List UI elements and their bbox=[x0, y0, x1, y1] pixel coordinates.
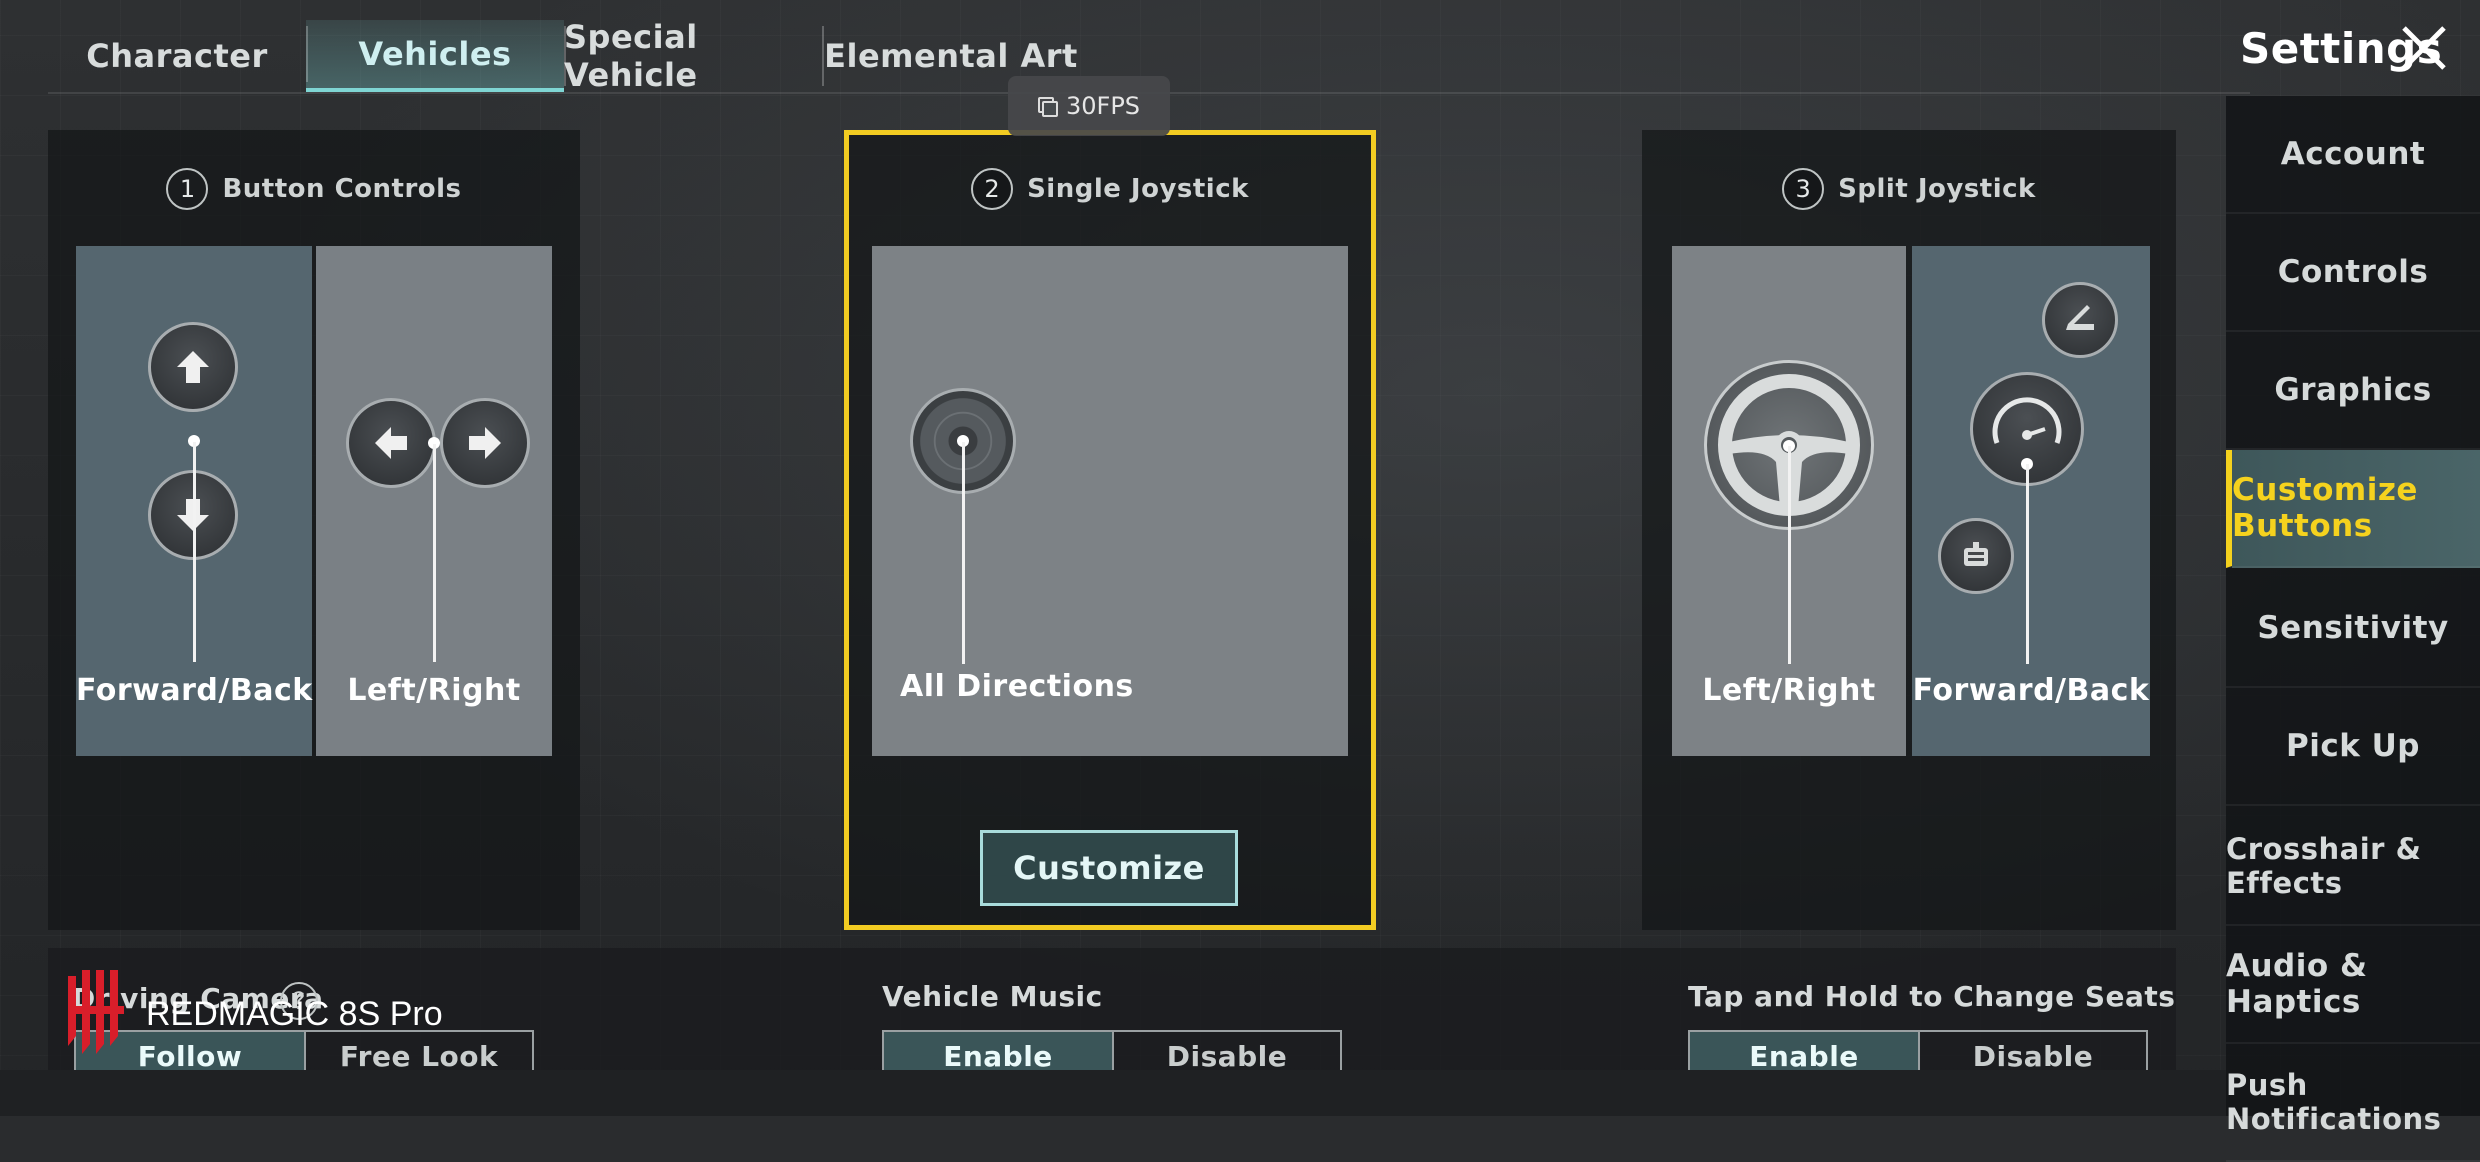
option-single-joystick[interactable]: 2 Single Joystick All Directions bbox=[844, 130, 1376, 930]
sidebar-item-sensitivity[interactable]: Sensitivity bbox=[2226, 570, 2480, 688]
arrow-left-icon bbox=[375, 427, 407, 459]
copy-icon bbox=[1037, 97, 1058, 117]
sidebar-item-account[interactable]: Account bbox=[2226, 96, 2480, 214]
close-button[interactable] bbox=[2396, 20, 2452, 76]
brake-button[interactable] bbox=[1938, 518, 2014, 594]
device-watermark: REDMAGIC 8S Pro bbox=[62, 966, 443, 1062]
sidebar-item-graphics[interactable]: Graphics bbox=[2226, 332, 2480, 450]
option-number: 1 bbox=[166, 168, 209, 210]
sidebar-item-push-notifications[interactable]: Push Notifications bbox=[2226, 1044, 2480, 1162]
option-title: Single Joystick bbox=[1027, 174, 1249, 204]
option-title: Split Joystick bbox=[1838, 174, 2036, 204]
zone-label: Left/Right bbox=[347, 673, 521, 708]
watermark-text: REDMAGIC 8S Pro bbox=[146, 994, 443, 1033]
zone-label: All Directions bbox=[900, 669, 1134, 704]
customize-button[interactable]: Customize bbox=[980, 830, 1238, 906]
zone-left-right: Left/Right bbox=[316, 246, 552, 756]
connector-line bbox=[193, 442, 196, 662]
arrow-right-icon bbox=[469, 427, 501, 459]
music-enable-option[interactable]: Enable bbox=[884, 1032, 1112, 1074]
close-icon bbox=[2402, 26, 2446, 70]
redmagic-logo bbox=[68, 970, 124, 1054]
music-disable-option[interactable]: Disable bbox=[1112, 1032, 1340, 1074]
left-button[interactable] bbox=[346, 398, 436, 488]
vehicle-music-label: Vehicle Music bbox=[882, 980, 1103, 1013]
option-header: 1 Button Controls bbox=[48, 168, 580, 210]
right-button[interactable] bbox=[440, 398, 530, 488]
connector-line bbox=[1788, 446, 1791, 664]
connector-line bbox=[962, 442, 965, 664]
zone-label: Forward/Back bbox=[1912, 673, 2150, 708]
connector-line bbox=[2026, 464, 2029, 664]
sidebar-item-audio-haptics[interactable]: Audio & Haptics bbox=[2226, 926, 2480, 1044]
sidebar-item-customize-buttons[interactable]: Customize Buttons bbox=[2226, 450, 2480, 568]
option-header: 3 Split Joystick bbox=[1642, 168, 2176, 210]
option-split-joystick[interactable]: 3 Split Joystick Left/Right Forward/Back bbox=[1642, 130, 2176, 930]
option-number: 2 bbox=[971, 168, 1014, 210]
tab-special-vehicle[interactable]: Special Vehicle bbox=[564, 18, 822, 94]
speedometer-icon bbox=[1992, 397, 2062, 444]
connector-line bbox=[433, 444, 436, 662]
handbrake-icon bbox=[2066, 305, 2094, 330]
settings-sidebar: Account Controls Graphics Customize Butt… bbox=[2226, 96, 2480, 1162]
tab-vehicles[interactable]: Vehicles bbox=[306, 20, 564, 92]
arrow-up-icon bbox=[177, 351, 209, 383]
fps-label: 30FPS bbox=[1065, 92, 1141, 120]
zone-left-right: Left/Right bbox=[1672, 246, 1906, 756]
zone-forward-back: Forward/Back bbox=[1912, 246, 2150, 756]
bottom-edge bbox=[0, 1070, 2226, 1116]
seats-disable-option[interactable]: Disable bbox=[1918, 1032, 2146, 1074]
tab-character[interactable]: Character bbox=[48, 20, 306, 92]
option-title: Button Controls bbox=[222, 174, 462, 204]
zone-label: Left/Right bbox=[1702, 673, 1876, 708]
option-header: 2 Single Joystick bbox=[844, 168, 1376, 210]
sidebar-item-controls[interactable]: Controls bbox=[2226, 214, 2480, 332]
top-tab-bar: Character Vehicles Special Vehicle Eleme… bbox=[48, 18, 1080, 94]
zone-label: Forward/Back bbox=[76, 673, 313, 708]
handbrake-button[interactable] bbox=[2042, 282, 2118, 358]
change-seats-label: Tap and Hold to Change Seats bbox=[1688, 980, 2176, 1013]
fps-indicator: 30FPS bbox=[1008, 76, 1170, 136]
zone-all-directions: All Directions bbox=[872, 246, 1348, 756]
seats-enable-option[interactable]: Enable bbox=[1690, 1032, 1918, 1074]
forward-button[interactable] bbox=[148, 322, 238, 412]
zone-forward-back: Forward/Back bbox=[76, 246, 312, 756]
option-number: 3 bbox=[1782, 168, 1825, 210]
brake-pedal-icon bbox=[1964, 542, 1988, 566]
option-button-controls[interactable]: 1 Button Controls Forward/Back Left/Righ… bbox=[48, 130, 580, 930]
sidebar-item-pick-up[interactable]: Pick Up bbox=[2226, 688, 2480, 806]
sidebar-item-crosshair-effects[interactable]: Crosshair & Effects bbox=[2226, 808, 2480, 926]
